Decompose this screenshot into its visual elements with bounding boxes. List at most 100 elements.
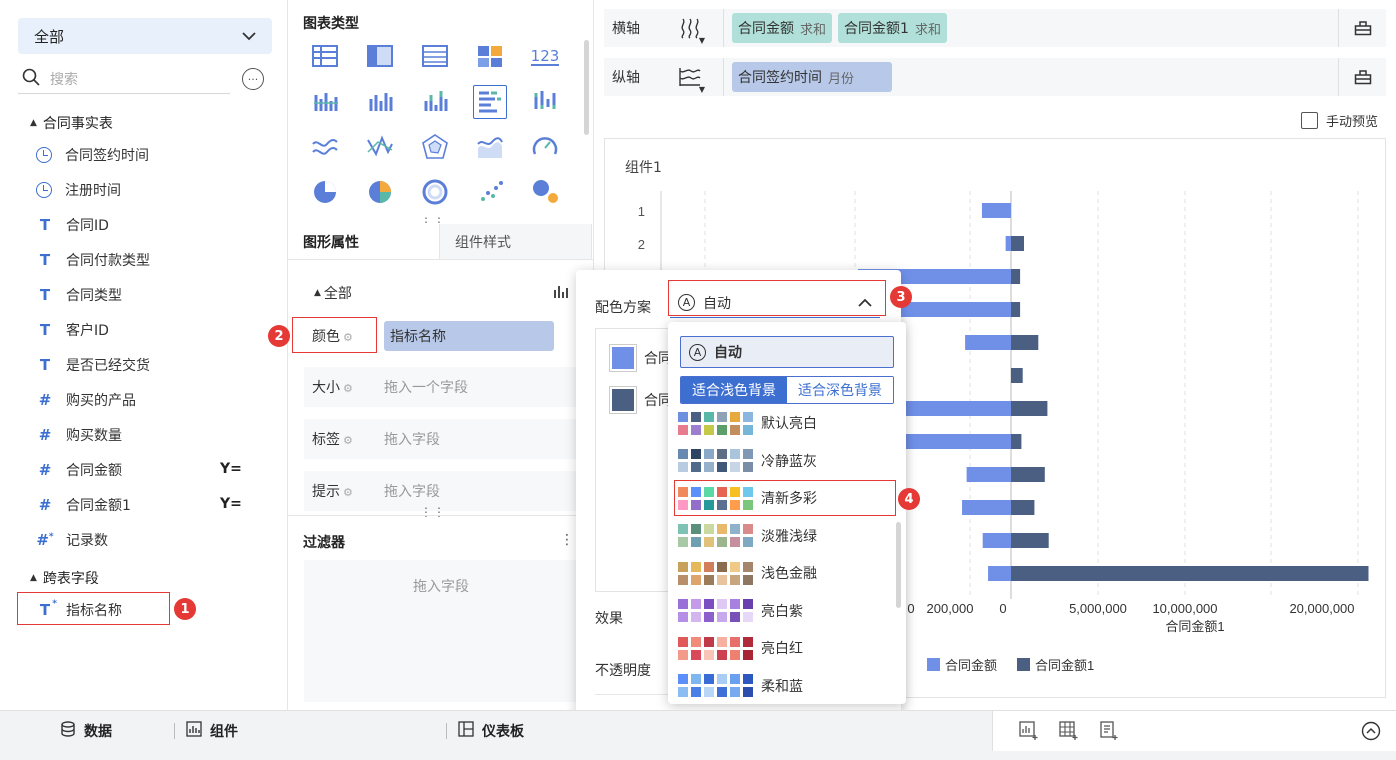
- tab-data-label: 数据: [84, 724, 112, 740]
- stacked-column-icon[interactable]: [418, 85, 452, 119]
- filter-drop-hint: 拖入字段: [413, 579, 469, 595]
- tab-data[interactable]: 数据: [60, 711, 112, 751]
- area-chart-icon[interactable]: [473, 130, 507, 164]
- scrollbar[interactable]: [584, 40, 589, 135]
- field-item[interactable]: #* 记录数: [36, 524, 108, 556]
- scheme-option[interactable]: 柔和蓝: [678, 669, 898, 703]
- legend-swatch: [927, 658, 940, 671]
- option-auto[interactable]: A 自动: [680, 336, 894, 368]
- color-swatch: [678, 411, 688, 422]
- cross-table-icon[interactable]: [363, 40, 397, 74]
- field-item[interactable]: 合同签约时间: [36, 139, 149, 171]
- axis-field-pill[interactable]: 合同金额 求和: [732, 13, 833, 43]
- scope-select-value: 全部: [34, 27, 65, 46]
- field-item[interactable]: # 购买数量: [36, 419, 122, 451]
- bar-chart-icon[interactable]: [553, 283, 571, 303]
- grouped-bar-icon[interactable]: [308, 85, 342, 119]
- clock-icon: [36, 182, 52, 198]
- search-input[interactable]: 搜索: [18, 64, 230, 94]
- tip-row[interactable]: 提示 ⚙ 拖入字段: [304, 471, 594, 511]
- scheme-option[interactable]: 默认亮白: [678, 406, 898, 440]
- scheme-option[interactable]: 亮白紫: [678, 594, 898, 628]
- bubble-chart-icon[interactable]: [528, 175, 562, 209]
- color-swatch: [691, 561, 701, 572]
- opacity-label: 不透明度: [595, 663, 651, 679]
- axis-field-pill[interactable]: 合同金额1 求和: [838, 13, 947, 43]
- more-vertical-icon[interactable]: ⋮: [560, 532, 574, 548]
- add-chart-icon[interactable]: [1019, 721, 1039, 745]
- field-item[interactable]: # 合同金额1: [36, 489, 131, 521]
- tab-graph-properties[interactable]: 图形属性: [288, 224, 440, 259]
- tag-row[interactable]: 标签 ⚙ 拖入字段: [304, 419, 594, 459]
- axis-settings-icon[interactable]: [1338, 9, 1386, 47]
- text-field-icon: T: [39, 356, 51, 374]
- horizontal-bar-icon[interactable]: [473, 85, 507, 119]
- manual-preview-checkbox[interactable]: 手动预览: [1301, 111, 1378, 130]
- column-chart-icon[interactable]: [363, 85, 397, 119]
- kpi-number-text: 123: [530, 47, 560, 66]
- x-axis-swap-icon[interactable]: ▼: [656, 9, 724, 47]
- field-item[interactable]: 注册时间: [36, 174, 121, 206]
- table-icon[interactable]: [308, 40, 342, 74]
- number-field-icon: #: [38, 426, 52, 444]
- axis-field-pill[interactable]: 合同签约时间 月份: [732, 62, 892, 92]
- multi-pie-icon[interactable]: [363, 175, 397, 209]
- tab-light-background[interactable]: 适合浅色背景: [681, 377, 787, 403]
- detail-table-icon[interactable]: [418, 40, 452, 74]
- range-column-icon[interactable]: [528, 85, 562, 119]
- field-item[interactable]: T 合同付款类型: [36, 244, 150, 276]
- legend-color-item-2[interactable]: 合同: [609, 386, 672, 414]
- size-row[interactable]: 大小 ⚙ 拖入一个字段: [304, 367, 594, 407]
- add-text-icon[interactable]: [1099, 721, 1119, 745]
- field-item[interactable]: T 是否已经交货: [36, 349, 150, 381]
- line-chart-icon[interactable]: [308, 130, 342, 164]
- field-item[interactable]: # 合同金额: [36, 454, 122, 486]
- multi-line-icon[interactable]: [363, 130, 397, 164]
- add-table-icon[interactable]: [1059, 721, 1079, 745]
- tab-component[interactable]: 组件: [186, 711, 238, 751]
- scope-select[interactable]: 全部: [18, 18, 272, 54]
- pie-chart-icon[interactable]: [308, 175, 342, 209]
- filter-drop-zone[interactable]: 拖入字段: [304, 560, 578, 702]
- tip-label: 提示: [312, 484, 340, 500]
- filter-icon[interactable]: Y=: [220, 461, 242, 477]
- gauge-chart-icon[interactable]: [528, 130, 562, 164]
- tab-component-style[interactable]: 组件样式: [440, 224, 592, 259]
- scheme-option[interactable]: 冷静蓝灰: [678, 444, 898, 478]
- scheme-option[interactable]: 浅色金融: [678, 556, 898, 590]
- y-axis-swap-icon[interactable]: ▼: [656, 58, 724, 96]
- color-swatch: [704, 649, 714, 660]
- resize-handle-icon[interactable]: ⋮⋮: [420, 505, 446, 519]
- color-swatch: [717, 449, 727, 459]
- field-item[interactable]: # 购买的产品: [36, 384, 136, 416]
- scheme-name: 默认亮白: [761, 416, 817, 432]
- all-toggle[interactable]: ▲ 全部: [314, 283, 352, 303]
- color-swatch: [743, 424, 753, 435]
- color-swatch: [678, 612, 688, 622]
- kpi-number-icon[interactable]: 123: [528, 40, 562, 74]
- more-options-icon[interactable]: ···: [242, 68, 264, 90]
- count-field-icon: #*: [36, 531, 54, 549]
- filter-icon[interactable]: Y=: [220, 496, 242, 512]
- field-item[interactable]: T 合同类型: [36, 279, 122, 311]
- size-label: 大小: [312, 380, 340, 396]
- tab-dark-background[interactable]: 适合深色背景: [787, 377, 893, 403]
- group-header-contract[interactable]: ▲ 合同事实表: [30, 113, 113, 133]
- radar-chart-icon[interactable]: [418, 130, 452, 164]
- color-swatch: [691, 524, 701, 534]
- color-field-pill[interactable]: 指标名称: [384, 321, 554, 351]
- field-item[interactable]: T 合同ID: [36, 209, 109, 241]
- scheme-option[interactable]: 亮白红: [678, 631, 898, 665]
- donut-chart-icon[interactable]: [418, 175, 452, 209]
- axis-settings-icon[interactable]: [1338, 58, 1386, 96]
- legend-color-item-1[interactable]: 合同: [609, 344, 672, 372]
- scrollbar[interactable]: [896, 522, 901, 608]
- bar-series2: [1011, 566, 1369, 581]
- group-header-cross[interactable]: ▲ 跨表字段: [30, 568, 99, 588]
- tab-dashboard[interactable]: 仪表板: [458, 711, 524, 751]
- collapse-up-icon[interactable]: [1361, 721, 1381, 745]
- dashboard-tile-icon[interactable]: [473, 40, 507, 74]
- scheme-option[interactable]: 淡雅浅绿: [678, 519, 898, 553]
- field-item[interactable]: T 客户ID: [36, 314, 109, 346]
- scatter-chart-icon[interactable]: [473, 175, 507, 209]
